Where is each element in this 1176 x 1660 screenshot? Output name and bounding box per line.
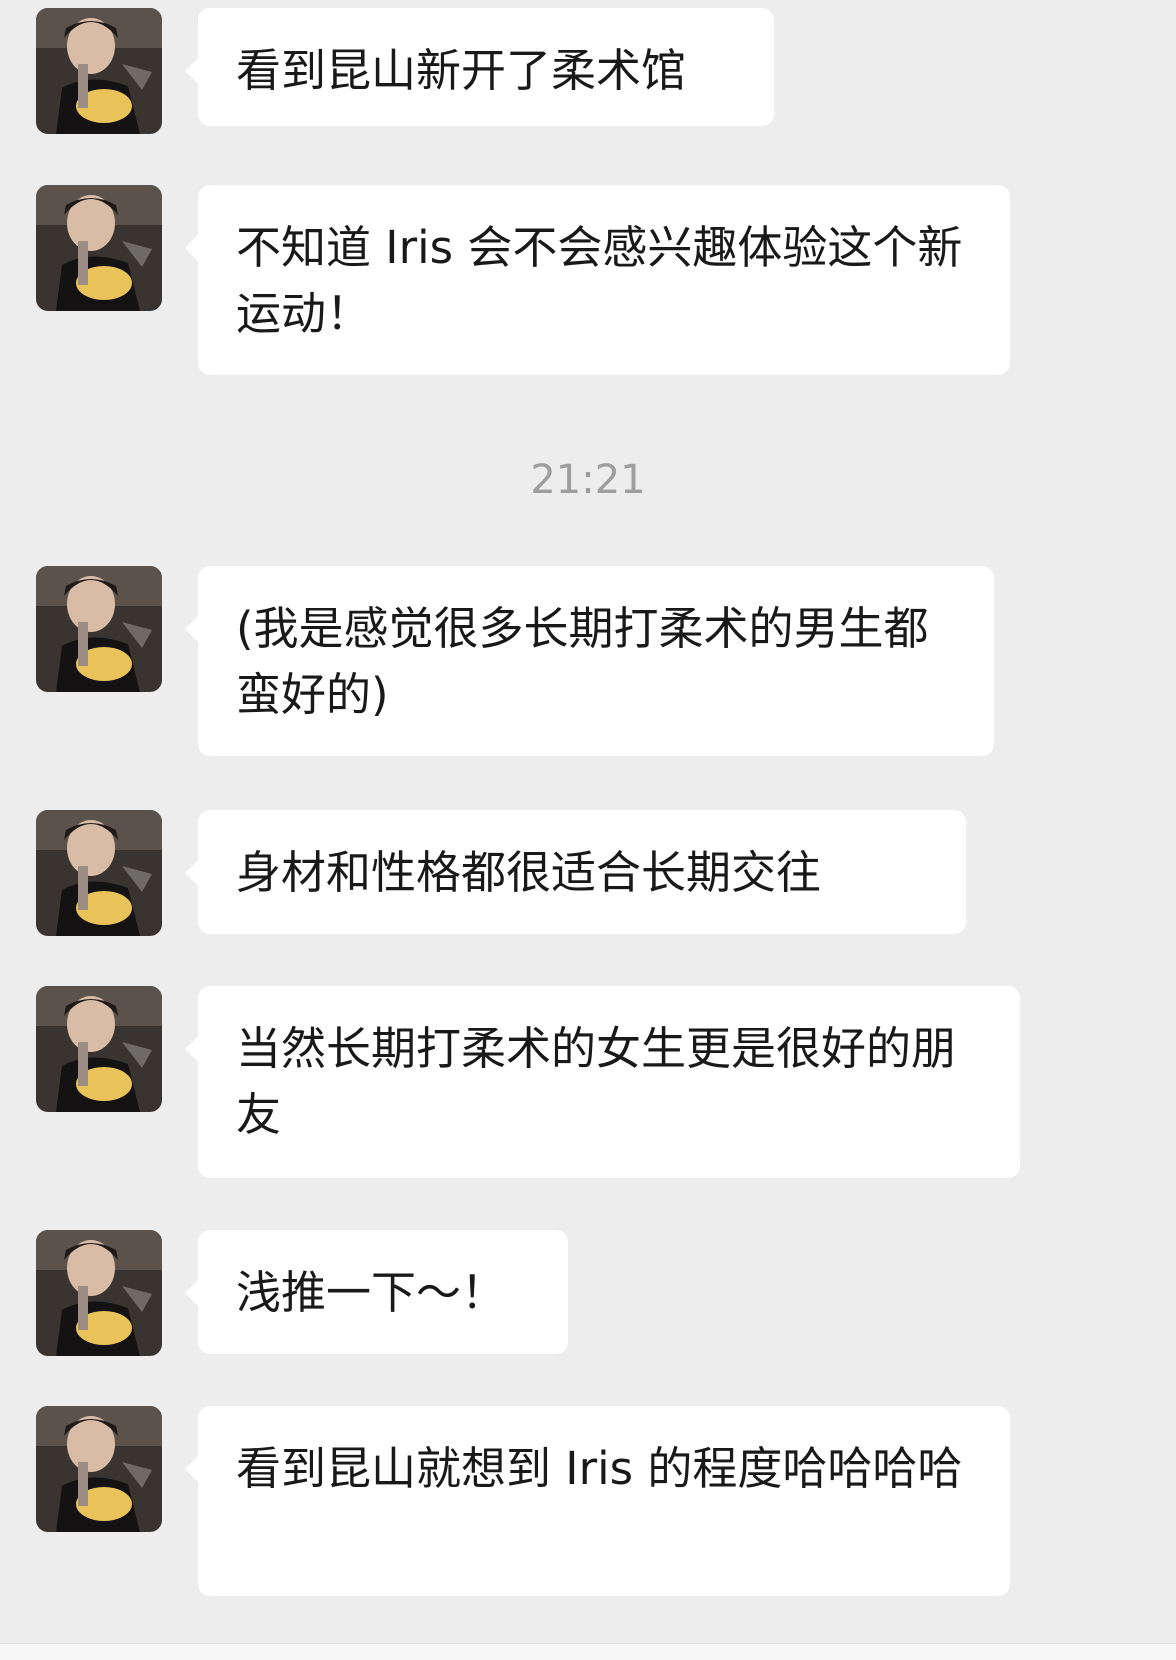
message-row: 看到昆山新开了柔术馆 (36, 8, 774, 134)
message-bubble[interactable]: 浅推一下～！ (185, 1230, 568, 1354)
time-separator: 21:21 (530, 457, 646, 503)
message-text: 当然长期打柔术的女生更是很好的朋友 (236, 1022, 957, 1141)
chat-area[interactable]: 看到昆山新开了柔术馆 不知道 Iris 会不会感兴趣体验这个新运动！ 21:21 (0, 0, 1176, 1660)
message-bubble[interactable]: (我是感觉很多长期打柔术的男生都蛮好的) (185, 566, 994, 756)
avatar[interactable] (36, 8, 162, 134)
avatar[interactable] (36, 1230, 162, 1356)
message-row: 不知道 Iris 会不会感兴趣体验这个新运动！ (36, 185, 1010, 375)
message-bubble[interactable]: 看到昆山新开了柔术馆 (185, 8, 774, 126)
avatar-photo-icon (36, 185, 162, 311)
avatar[interactable] (36, 810, 162, 936)
message-text: 不知道 Iris 会不会感兴趣体验这个新运动！ (236, 221, 963, 340)
avatar[interactable] (36, 986, 162, 1112)
avatar-photo-icon (36, 8, 162, 134)
avatar[interactable] (36, 185, 162, 311)
avatar-photo-icon (36, 1406, 162, 1532)
message-text: 看到昆山就想到 Iris 的程度哈哈哈哈 (236, 1442, 963, 1495)
avatar[interactable] (36, 1406, 162, 1532)
message-text: 浅推一下～！ (236, 1266, 507, 1319)
message-bubble[interactable]: 看到昆山就想到 Iris 的程度哈哈哈哈 (185, 1406, 1010, 1596)
message-row: (我是感觉很多长期打柔术的男生都蛮好的) (36, 566, 994, 756)
message-bubble[interactable]: 身材和性格都很适合长期交往 (185, 810, 966, 934)
avatar-photo-icon (36, 1230, 162, 1356)
message-text: (我是感觉很多长期打柔术的男生都蛮好的) (236, 602, 929, 721)
message-row: 身材和性格都很适合长期交往 (36, 810, 966, 936)
message-bubble[interactable]: 当然长期打柔术的女生更是很好的朋友 (185, 986, 1020, 1178)
message-row: 浅推一下～！ (36, 1230, 568, 1356)
avatar-photo-icon (36, 810, 162, 936)
input-bar-edge (0, 1643, 1176, 1660)
avatar-photo-icon (36, 986, 162, 1112)
avatar[interactable] (36, 566, 162, 692)
message-bubble[interactable]: 不知道 Iris 会不会感兴趣体验这个新运动！ (185, 185, 1010, 375)
message-row: 看到昆山就想到 Iris 的程度哈哈哈哈 (36, 1406, 1010, 1596)
message-text: 身材和性格都很适合长期交往 (236, 846, 822, 899)
message-row: 当然长期打柔术的女生更是很好的朋友 (36, 986, 1020, 1178)
message-text: 看到昆山新开了柔术馆 (236, 44, 687, 97)
avatar-photo-icon (36, 566, 162, 692)
